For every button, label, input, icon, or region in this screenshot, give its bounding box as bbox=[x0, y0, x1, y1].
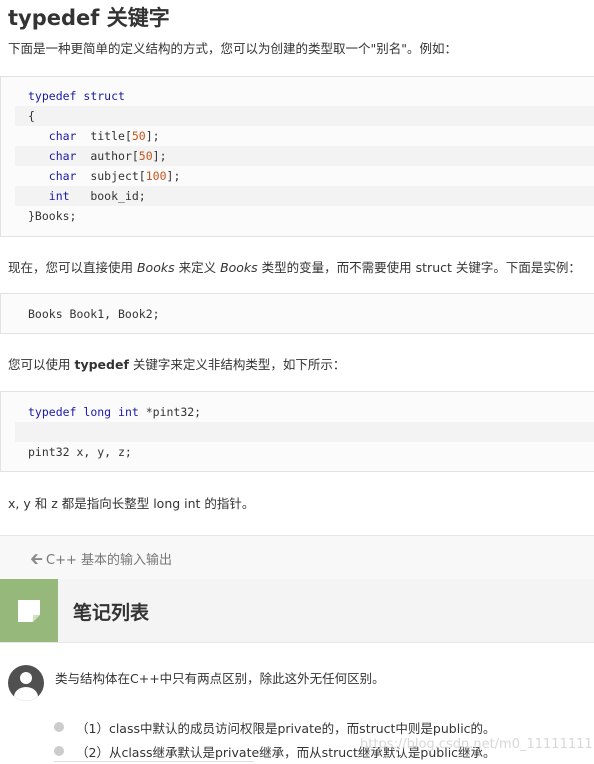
explanation-text: 现在，您可以直接使用 Books 来定义 Books 类型的变量，而不需要使用 … bbox=[8, 260, 581, 275]
notes-header: 笔记列表 bbox=[0, 579, 594, 643]
page-title: typedef 关键字 bbox=[8, 6, 170, 30]
code-block-pint32: typedef long int *pint32; pint32 x, y, z… bbox=[0, 391, 594, 472]
code-line: Books Book1, Book2; bbox=[28, 307, 160, 321]
note-list-item: （1）class中默认的成员访问权限是private的，而struct中则是pu… bbox=[76, 721, 496, 736]
prev-article-link[interactable]: C++ 基本的输入输出 bbox=[46, 549, 172, 568]
intro-text: 下面是一种更简单的定义结构的方式，您可以为创建的类型取一个"别名"。例如： bbox=[8, 41, 458, 56]
note-icon bbox=[0, 579, 58, 642]
code-line: typedef struct bbox=[28, 89, 125, 103]
code-block-struct: typedef struct { char title[50]; char au… bbox=[0, 76, 594, 237]
code-line: { bbox=[15, 106, 594, 126]
code-line bbox=[15, 422, 594, 442]
code-line: }Books; bbox=[28, 209, 77, 223]
code-block-books: Books Book1, Book2; bbox=[0, 293, 594, 334]
bullet-dot bbox=[54, 722, 64, 732]
notes-title: 笔记列表 bbox=[73, 602, 150, 624]
typedef-text: 您可以使用 typedef 关键字来定义非结构类型，如下所示： bbox=[8, 357, 346, 372]
code-line: char author[50]; bbox=[15, 146, 594, 166]
prev-article-nav[interactable]: 🡰 C++ 基本的输入输出 bbox=[0, 535, 594, 579]
pointer-note-text: x, y 和 z 都是指向长整型 long int 的指针。 bbox=[8, 496, 255, 511]
note-content: 类与结构体在C++中只有两点区别，除此这外无任何区别。 bbox=[55, 671, 385, 686]
bullet-dot bbox=[54, 746, 64, 756]
code-line: pint32 x, y, z; bbox=[28, 445, 132, 459]
user-avatar-icon[interactable] bbox=[8, 665, 44, 701]
code-line: char subject[100]; bbox=[48, 169, 181, 183]
divider bbox=[54, 761, 254, 762]
code-line: int book_id; bbox=[15, 186, 594, 206]
code-line: char title[50]; bbox=[48, 129, 160, 143]
watermark-text: https://blog.csdn.net/m0_11111111 bbox=[360, 737, 593, 752]
arrow-left-icon: 🡰 bbox=[30, 549, 43, 568]
code-line: typedef long int *pint32; bbox=[28, 405, 202, 419]
